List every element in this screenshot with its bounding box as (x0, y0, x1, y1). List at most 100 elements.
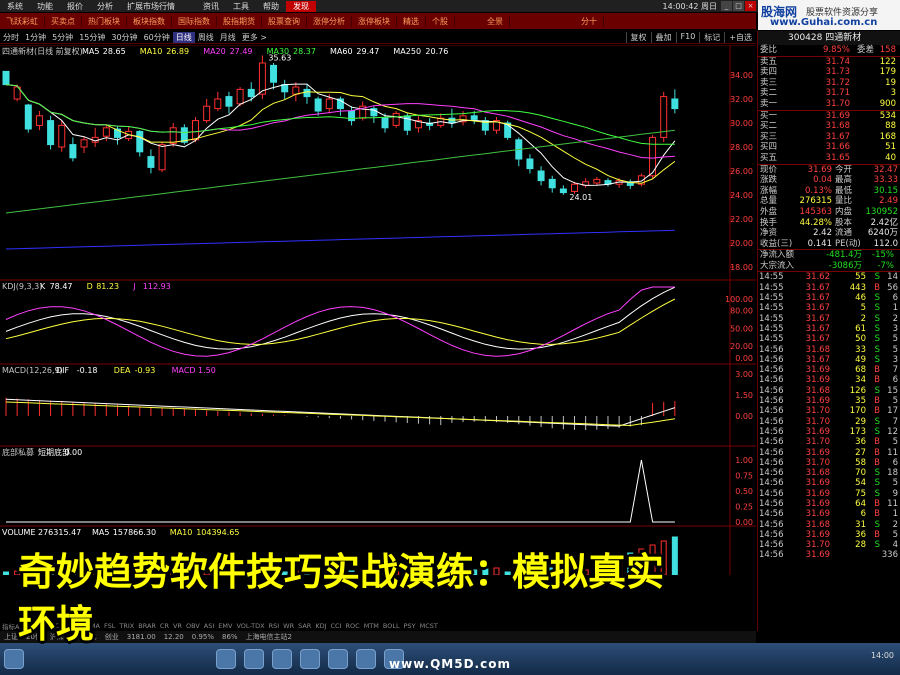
minimize-icon[interactable]: _ (721, 1, 732, 11)
indicator-tab[interactable]: BRAR (136, 622, 158, 630)
indicator-tab[interactable]: 指标B (21, 621, 42, 631)
chart-tool-button[interactable]: +自选 (724, 31, 756, 43)
candle-body (381, 117, 389, 129)
chart-tool-button[interactable]: 叠加 (650, 31, 676, 43)
indicator-tab[interactable]: WR (281, 622, 296, 630)
function-button[interactable]: 买卖点 (45, 15, 82, 27)
period-tab[interactable]: 日线 (172, 31, 195, 43)
menu-item-active[interactable]: 发现 (286, 0, 316, 12)
menu-item[interactable]: 分析 (90, 1, 120, 12)
tick-count: 18 (887, 468, 898, 479)
indicator-tab[interactable]: FSL (102, 622, 117, 630)
volume-bar (303, 569, 310, 575)
tick-price: 31.67 (805, 323, 830, 334)
tick-count: 56 (887, 282, 898, 293)
function-button[interactable]: 精选 (397, 15, 426, 27)
tick-price: 31.68 (805, 468, 830, 479)
function-button[interactable]: 涨停板块 (352, 15, 397, 27)
indicator-tab[interactable]: KDJ (313, 622, 328, 630)
indicator-tab[interactable]: MACD (43, 622, 66, 630)
function-button[interactable]: 分十 (575, 15, 604, 27)
period-tab[interactable]: 15分钟 (76, 32, 108, 43)
function-button[interactable]: 国际指数 (172, 15, 217, 27)
function-button[interactable]: 个股 (426, 15, 455, 27)
menu-item[interactable]: 工具 (226, 1, 256, 12)
menu-item[interactable]: 资讯 (196, 1, 226, 12)
period-tab[interactable]: 30分钟 (108, 32, 140, 43)
tick-volume: 126 (849, 385, 866, 396)
candle-body (258, 62, 266, 95)
period-tab[interactable]: 分时 (0, 32, 22, 43)
stat-label: 换手 (760, 217, 778, 228)
high-annotation: 35.63 (268, 53, 291, 62)
indicator-tab[interactable]: SAR (296, 622, 313, 630)
tick-side: B (874, 457, 880, 468)
tick-time: 14:56 (759, 488, 784, 499)
candle-body (292, 86, 300, 95)
indicator-tab[interactable]: OBV (184, 622, 202, 630)
tick-volume: 50 (855, 334, 866, 345)
indicator-tab[interactable]: BOLL (381, 622, 402, 630)
indicator-tab[interactable]: TRIX (117, 622, 136, 630)
menu-item[interactable]: 扩展市场行情 (120, 1, 182, 12)
indicator-tab[interactable]: DMI (66, 622, 83, 630)
stat-label: 收益(三) (760, 238, 793, 249)
function-bar: 飞跃彩虹 买卖点 热门板块 板块指数 国际指数 股指期货 股票查询 涨停分析 涨停板块 精选 个股 全… (0, 13, 756, 29)
indicator-tab[interactable]: ROC (344, 622, 362, 630)
menu-item[interactable]: 系统 (0, 1, 30, 12)
chart-tool-button[interactable]: 标记 (699, 31, 724, 43)
indicator-tab[interactable]: VR (171, 622, 184, 630)
volume-bar (125, 570, 132, 575)
function-button[interactable]: 热门板块 (82, 15, 127, 27)
legend-name: DEA (114, 366, 131, 375)
indicator-tab[interactable]: MTM (362, 622, 381, 630)
indicator-tab[interactable]: CR (158, 622, 171, 630)
volume-bar (649, 544, 656, 575)
indicator-tab[interactable]: CCI (329, 622, 344, 630)
menu-item[interactable]: 帮助 (256, 1, 286, 12)
y-tick-label: 28.00 (730, 143, 753, 152)
period-tab[interactable]: 周线 (195, 32, 217, 43)
tick-row: 14:56 31.68 33 S 5 (758, 345, 900, 355)
period-tab[interactable]: 更多 > (239, 32, 270, 43)
period-tab[interactable]: 5分钟 (49, 32, 76, 43)
pane-title: 底部私募 (2, 447, 34, 457)
y-tick-label: 22.00 (730, 215, 753, 224)
level-price: 31.66 (825, 142, 850, 153)
menu-item[interactable]: 功能 (30, 1, 60, 12)
stat-label: 涨幅 (760, 185, 778, 196)
legend-value: -0.93 (135, 366, 156, 375)
menu-item[interactable]: 报价 (60, 1, 90, 12)
tick-price: 31.69 (805, 396, 830, 407)
indicator-tab[interactable]: DMA (83, 622, 102, 630)
indicator-tab[interactable]: ASI (202, 622, 217, 630)
indicator-tab[interactable]: RSI (267, 622, 282, 630)
tick-side: S (874, 354, 880, 365)
indicator-tab[interactable]: EMV (216, 622, 234, 630)
chart-tool-button[interactable]: 复权 (625, 31, 651, 43)
volume-bar (660, 540, 667, 575)
function-button[interactable]: 股指期货 (217, 15, 262, 27)
close-icon[interactable]: × (745, 1, 756, 11)
indicator-tab[interactable]: 指标A (0, 621, 21, 631)
function-button[interactable]: 飞跃彩虹 (0, 15, 45, 27)
stock-chart[interactable]: 四通新材(日线 前复权) MA5 28.65 MA10 26.89 MA20 27.49 MA… (0, 45, 756, 575)
period-tab[interactable]: 60分钟 (141, 32, 173, 43)
tick-time: 14:56 (759, 416, 784, 427)
period-tab[interactable]: 1分钟 (22, 32, 49, 43)
function-button[interactable]: 股票查询 (262, 15, 307, 27)
tick-volume: 33 (855, 344, 866, 355)
period-tab[interactable]: 月线 (217, 32, 239, 43)
maximize-icon[interactable]: □ (733, 1, 744, 11)
function-button[interactable]: 全景 (481, 15, 510, 27)
tick-time: 14:56 (759, 529, 784, 540)
chart-tool-button[interactable]: F10 (675, 31, 700, 43)
volume-bar (170, 571, 177, 575)
indicator-tab[interactable]: PSY (402, 622, 418, 630)
indicator-tab[interactable]: MCST (418, 622, 440, 630)
flow-ratio: -7% (877, 260, 894, 271)
function-button[interactable]: 板块指数 (127, 15, 172, 27)
indicator-tab[interactable]: VOL-TDX (234, 622, 266, 630)
function-button[interactable]: 涨停分析 (307, 15, 352, 27)
y-tick-label: 0.00 (735, 412, 753, 421)
